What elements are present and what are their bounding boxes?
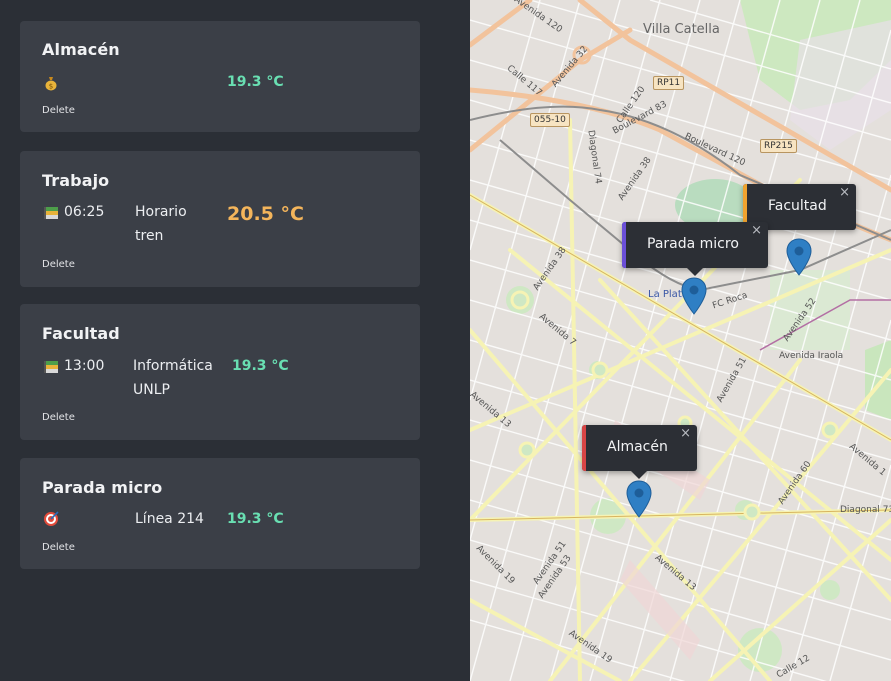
popup-parada-micro: Parada micro × [622, 222, 768, 276]
card-title: Parada micro [42, 478, 163, 497]
card-title: Almacén [42, 40, 120, 59]
place-description: Horario tren [135, 204, 187, 244]
road-shield: RP11 [653, 76, 685, 90]
map-view[interactable]: Villa Catella La Plata FC Roca Avenida I… [470, 0, 891, 681]
popup-pointer [631, 471, 647, 479]
money-bag-icon: $ [45, 77, 57, 91]
road-shield: 055-10 [530, 113, 570, 127]
temperature-value: 19.3 °C [232, 358, 289, 374]
close-icon[interactable]: × [839, 185, 850, 200]
schedule-time: 06:25 [64, 204, 105, 220]
card-title: Trabajo [42, 171, 110, 190]
schedule-time: 13:00 [64, 358, 105, 374]
road-shield: RP215 [760, 139, 797, 153]
temperature-value: 19.3 °C [227, 74, 284, 90]
popup-accent-bar [582, 425, 586, 471]
popup-pointer [687, 268, 703, 276]
place-description: Informática UNLP [133, 358, 213, 398]
place-card-trabajo: Trabajo 06:25 Horario tren 20.5 °C Delet… [20, 151, 420, 287]
street-label: Diagonal 73 [840, 505, 891, 515]
place-card-parada-micro: Parada micro Línea 214 19.3 °C Delete [20, 458, 420, 569]
popup-almacen: Almacén × [582, 425, 697, 479]
popup-accent-bar [622, 222, 626, 268]
delete-button[interactable]: Delete [42, 105, 75, 116]
card-title: Facultad [42, 324, 120, 343]
places-sidebar: Almacén $ 19.3 °C Delete Trabajo 06:25 H… [0, 0, 470, 681]
books-icon [44, 207, 58, 219]
close-icon[interactable]: × [680, 426, 691, 441]
place-label: Avenida Iraola [779, 351, 844, 361]
place-label: Villa Catella [643, 22, 720, 37]
close-icon[interactable]: × [751, 223, 762, 238]
svg-text:$: $ [49, 83, 53, 91]
map-marker-parada-micro[interactable] [681, 277, 707, 315]
map-marker-almacen[interactable] [626, 480, 652, 518]
temperature-value: 19.3 °C [227, 511, 284, 527]
place-card-almacen: Almacén $ 19.3 °C Delete [20, 21, 420, 132]
popup-title: Parada micro [647, 236, 739, 252]
popup-title: Almacén [607, 439, 668, 455]
temperature-value: 20.5 °C [227, 203, 304, 225]
target-icon [44, 511, 59, 526]
place-description: Línea 214 [135, 511, 204, 527]
place-card-facultad: Facultad 13:00 Informática UNLP 19.3 °C … [20, 304, 420, 440]
map-marker-facultad[interactable] [786, 238, 812, 276]
delete-button[interactable]: Delete [42, 542, 75, 553]
delete-button[interactable]: Delete [42, 412, 75, 423]
popup-title: Facultad [768, 198, 827, 214]
delete-button[interactable]: Delete [42, 259, 75, 270]
books-icon [44, 361, 58, 373]
